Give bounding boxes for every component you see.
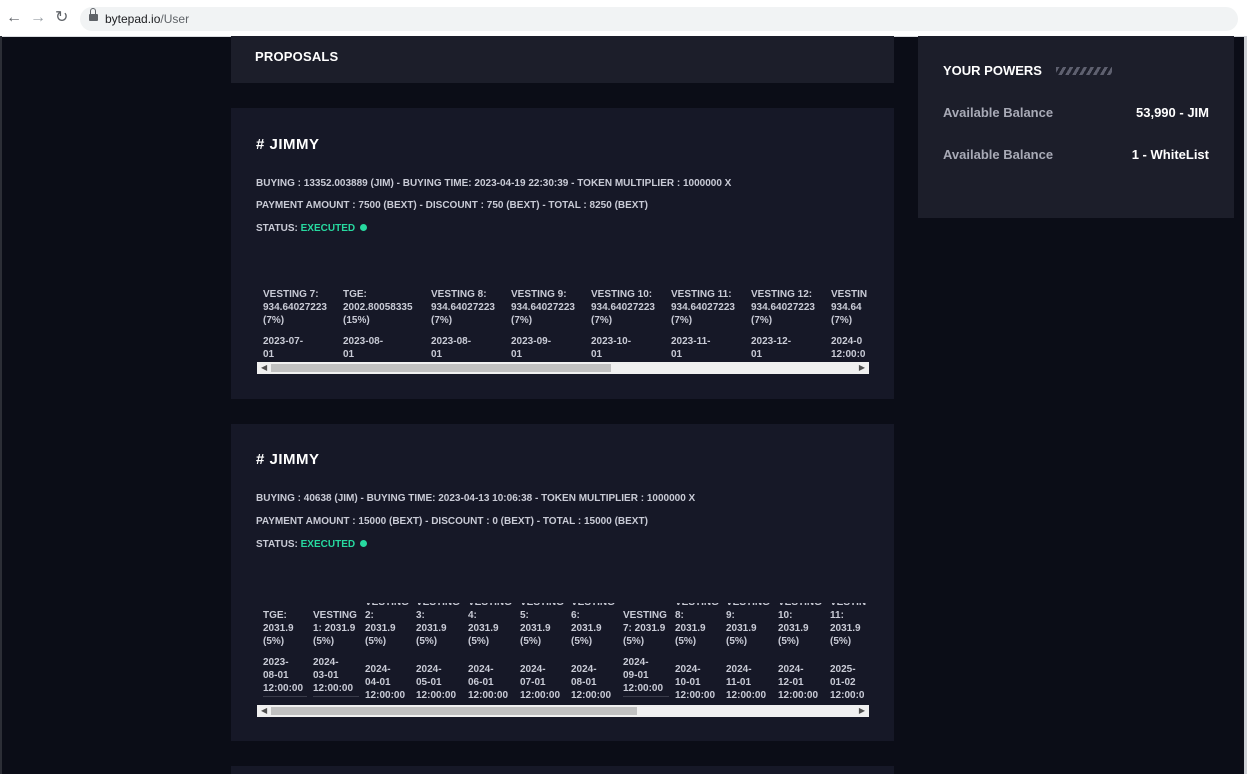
vesting-underline [313,696,359,697]
vesting-label: VESTING 7: 934.64027223 (7%) [263,289,327,326]
vesting-underline [263,696,307,697]
vesting-date: 2023-08-01 12:00:00 [343,336,384,360]
lock-icon[interactable] [89,8,98,21]
vesting-label: TGE: 2031.9 (5%) [263,610,294,647]
arrow-left-icon[interactable]: ← [6,9,22,27]
proposal-title: # JIMMY [256,451,320,468]
vesting-date: 2024- 08-01 12:00:00 [571,664,612,701]
vesting-date: 2024- 11-01 12:00:00 [726,664,767,701]
horizontal-scrollbar[interactable]: ◀ ▶ [257,705,869,717]
proposals-header: PROPOSALS [231,36,894,83]
payment-info: PAYMENT AMOUNT : 7500 (BEXT) - DISCOUNT … [256,200,648,211]
scrollbar-thumb[interactable] [271,364,611,372]
vesting-label: VESTING 10: 2031.9 (5%) [778,603,822,647]
vesting-date: 2025- 01-02 12:00:0 [830,664,865,701]
scroll-left-icon[interactable]: ◀ [261,363,267,373]
vesting-schedule[interactable]: TGE: 2031.9 (5%) 2023- 08-01 12:00:00 VEST… [257,603,869,703]
vesting-date: 2023-07-01 12:00:00 [263,336,304,360]
vesting-label: VESTIN 11: 2031.9 (5%) [830,603,866,647]
vesting-date: 2024-0 12:00:0 [831,336,866,360]
buying-info: BUYING : 40638 (JIM) - BUYING TIME: 2023… [256,493,696,504]
vesting-label: VESTING 1: 2031.9 (5%) [313,610,357,647]
proposal-card: # JIMMY BUYING : 13352.003889 (JIM) - BU… [231,108,894,399]
vesting-label: VESTING 6: 2031.9 (5%) [571,603,615,647]
vesting-label: VESTING 4: 2031.9 (5%) [468,603,512,647]
vesting-date: 2024- 09-01 12:00:00 [623,657,664,694]
vesting-schedule[interactable]: VESTING 7: 934.64027223 (7%) 2023-07-01 1… [257,288,869,362]
status-label: STATUS: [256,223,298,234]
address-bar[interactable]: bytepad.io/User [80,7,1238,31]
balance-label: Available Balance [943,147,1054,162]
vesting-date: 2023-09-01 12:00:00 [511,336,552,360]
powers-title: YOUR POWERS [943,63,1042,78]
stripes-decoration [1056,67,1112,75]
vesting-date: 2024- 06-01 12:00:00 [468,664,509,701]
arrow-right-icon[interactable]: → [30,9,46,27]
reload-icon[interactable]: ↻ [55,9,68,27]
vesting-date: 2023-08-01 12:00:00 [431,336,472,360]
vesting-label: TGE: 2002.80058335 (15%) [343,289,413,326]
balance-label: Available Balance [943,105,1054,120]
balance-value: 53,990 - JIM [1136,105,1209,120]
status-label: STATUS: [256,539,298,550]
vesting-date: 2023-12-01 12:00:00 [751,336,792,360]
buying-info: BUYING : 13352.003889 (JIM) - BUYING TIM… [256,178,732,189]
vesting-label: VESTING 9: 934.64027223 (7%) [511,289,575,326]
browser-toolbar: ← → ↻ bytepad.io/User [0,0,1247,37]
status-line: STATUS: EXECUTED [256,539,368,551]
vesting-date: 2024- 10-01 12:00:00 [675,664,716,701]
window-frame-left [0,36,2,774]
vesting-label: VESTING 8: 934.64027223 (7%) [431,289,495,326]
proposal-title: # JIMMY [256,136,320,153]
proposals-title: PROPOSALS [255,49,339,64]
vesting-date: 2023-10-01 12:00:00 [591,336,632,360]
vesting-label: VESTING 5: 2031.9 (5%) [520,603,564,647]
vesting-date: 2024- 03-01 12:00:00 [313,657,354,694]
vesting-label: VESTING 10: 934.64027223 (7%) [591,289,655,326]
status-value: EXECUTED [300,539,356,550]
balance-value: 1 - WhiteList [1131,147,1209,162]
scroll-right-icon[interactable]: ▶ [859,363,865,373]
your-powers-panel: YOUR POWERS Available Balance 53,990 - J… [918,36,1234,218]
vesting-label: VESTING 7: 2031.9 (5%) [623,610,667,647]
payment-info: PAYMENT AMOUNT : 15000 (BEXT) - DISCOUNT… [256,516,648,527]
vesting-date: 2024- 12-01 12:00:00 [778,664,819,701]
proposal-card-partial [231,766,894,774]
vesting-label: VESTING 9: 2031.9 (5%) [726,603,770,647]
vesting-date: 2023-11-01 12:00:00 [671,336,711,360]
vesting-date: 2023- 08-01 12:00:00 [263,657,304,694]
vesting-date: 2024- 04-01 12:00:00 [365,664,406,701]
url-domain: bytepad.io [105,12,161,26]
vesting-label: VESTING 12: 934.64027223 (7%) [751,289,815,326]
vesting-label: VESTIN 934.64 (7%) [831,289,868,326]
vesting-label: VESTING 2: 2031.9 (5%) [365,603,409,647]
status-value: EXECUTED [300,223,356,234]
vesting-date: 2024- 05-01 12:00:00 [416,664,457,701]
vesting-date: 2024- 07-01 12:00:00 [520,664,561,701]
url-text[interactable]: bytepad.io/User [105,12,189,26]
vesting-label: VESTING 11: 934.64027223 (7%) [671,289,735,326]
scrollbar-thumb[interactable] [271,707,637,715]
url-path: /User [160,12,190,26]
status-dot-icon [360,224,368,231]
scroll-left-icon[interactable]: ◀ [261,706,267,716]
proposal-card: # JIMMY BUYING : 40638 (JIM) - BUYING TI… [231,424,894,741]
horizontal-scrollbar[interactable]: ◀ ▶ [257,362,869,374]
vesting-label: VESTING 3: 2031.9 (5%) [416,603,460,647]
status-line: STATUS: EXECUTED [256,223,368,235]
scroll-right-icon[interactable]: ▶ [859,706,865,716]
vesting-underline [623,696,669,697]
vesting-label: VESTING 8: 2031.9 (5%) [675,603,719,647]
status-dot-icon [360,540,368,547]
